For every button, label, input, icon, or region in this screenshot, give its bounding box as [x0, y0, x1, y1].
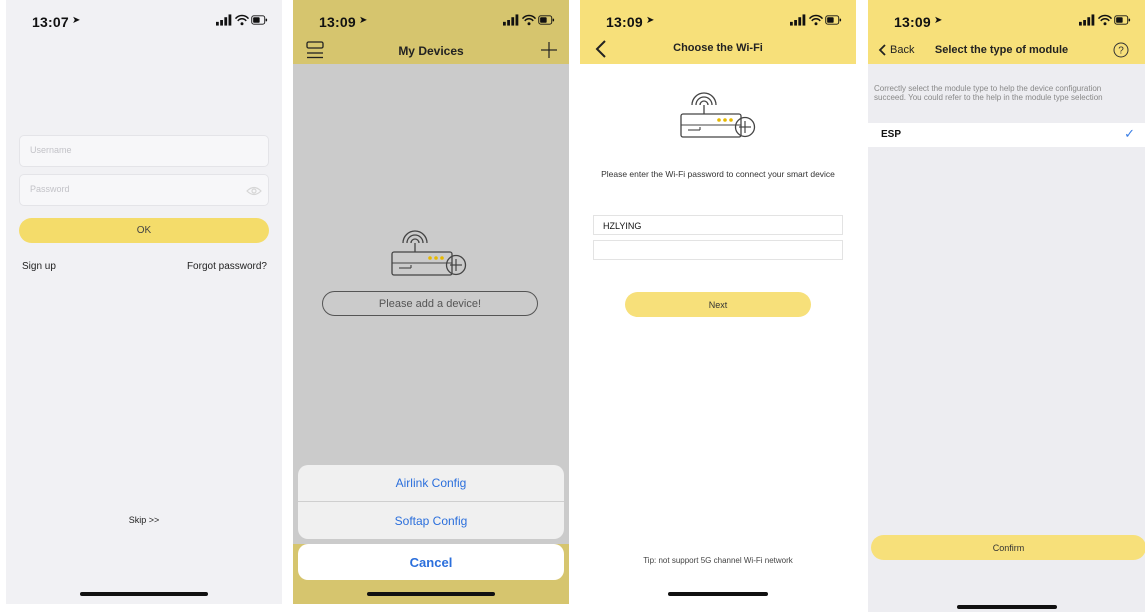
- checkmark-icon: ✓: [1124, 126, 1135, 141]
- confirm-button[interactable]: Confirm: [871, 535, 1145, 560]
- location-arrow-icon: ➤: [359, 15, 368, 26]
- home-indicator: [80, 592, 208, 596]
- status-icons: [503, 14, 555, 26]
- eye-icon[interactable]: [246, 186, 262, 196]
- cellular-wifi-battery-icon: [1079, 14, 1131, 26]
- module-description: Correctly select the module type to help…: [874, 84, 1103, 102]
- next-button[interactable]: Next: [625, 292, 811, 317]
- home-indicator: [668, 592, 768, 596]
- home-indicator: [367, 592, 495, 596]
- status-bar: 13:09 ➤: [293, 0, 569, 40]
- softap-config-option[interactable]: Softap Config: [298, 502, 564, 539]
- cellular-wifi-battery-icon: [216, 14, 268, 26]
- status-icons: [216, 14, 268, 26]
- module-option-label: ESP: [881, 129, 902, 140]
- module-option-row[interactable]: ESP ✓: [868, 123, 1145, 147]
- status-bar: 13:09 ➤: [580, 0, 856, 40]
- password-placeholder: Password: [30, 184, 70, 194]
- status-bar: 13:07 ➤: [6, 0, 282, 40]
- ok-button[interactable]: OK: [19, 218, 269, 243]
- svg-text:?: ?: [1118, 46, 1124, 57]
- status-time: 13:09: [606, 14, 643, 30]
- page-title: Choose the Wi-Fi: [673, 42, 763, 54]
- airlink-config-option[interactable]: Airlink Config: [298, 465, 564, 502]
- cellular-wifi-battery-icon: [503, 14, 555, 26]
- select-module-screen: 13:09 ➤ Back Select the type of module ?…: [868, 0, 1145, 612]
- home-indicator: [956, 605, 1057, 609]
- password-input[interactable]: Password: [19, 174, 269, 206]
- location-arrow-icon: ➤: [72, 15, 81, 26]
- forgot-password-link[interactable]: Forgot password?: [187, 261, 267, 272]
- skip-link[interactable]: Skip >>: [6, 515, 282, 525]
- status-time: 13:07: [32, 14, 69, 30]
- location-arrow-icon: ➤: [646, 15, 655, 26]
- status-bar: 13:09 ➤: [868, 0, 1145, 40]
- cancel-button[interactable]: Cancel: [298, 544, 564, 580]
- location-arrow-icon: ➤: [934, 15, 943, 26]
- wifi-password-field[interactable]: [593, 240, 843, 260]
- status-time: 13:09: [894, 14, 931, 30]
- plus-icon[interactable]: [541, 42, 557, 58]
- wifi-password-prompt: Please enter the Wi-Fi password to conne…: [601, 169, 835, 179]
- help-icon[interactable]: ?: [1113, 42, 1129, 58]
- add-device-prompt[interactable]: Please add a device!: [322, 291, 538, 316]
- ssid-field[interactable]: HZLYING: [593, 215, 843, 235]
- status-icons: [790, 14, 842, 26]
- page-title: Select the type of module: [934, 44, 1069, 56]
- router-add-icon: [678, 81, 758, 143]
- username-input[interactable]: Username: [19, 135, 269, 167]
- tip-text: Tip: not support 5G channel Wi-Fi networ…: [643, 556, 793, 565]
- page-title: My Devices: [398, 44, 464, 58]
- choose-wifi-screen: 13:09 ➤ Choose the Wi-Fi Please enter th…: [580, 0, 856, 604]
- username-placeholder: Username: [30, 145, 72, 155]
- config-action-sheet: Airlink Config Softap Config: [298, 465, 564, 539]
- login-screen: 13:07 ➤ Username Password OK Sign up For…: [6, 0, 282, 604]
- status-icons: [1079, 14, 1131, 26]
- cellular-wifi-battery-icon: [790, 14, 842, 26]
- status-time: 13:09: [319, 14, 356, 30]
- my-devices-screen: 13:09 ➤ My Devices Please add a device! …: [293, 0, 569, 604]
- sign-up-link[interactable]: Sign up: [22, 261, 56, 272]
- router-add-icon: [389, 219, 469, 281]
